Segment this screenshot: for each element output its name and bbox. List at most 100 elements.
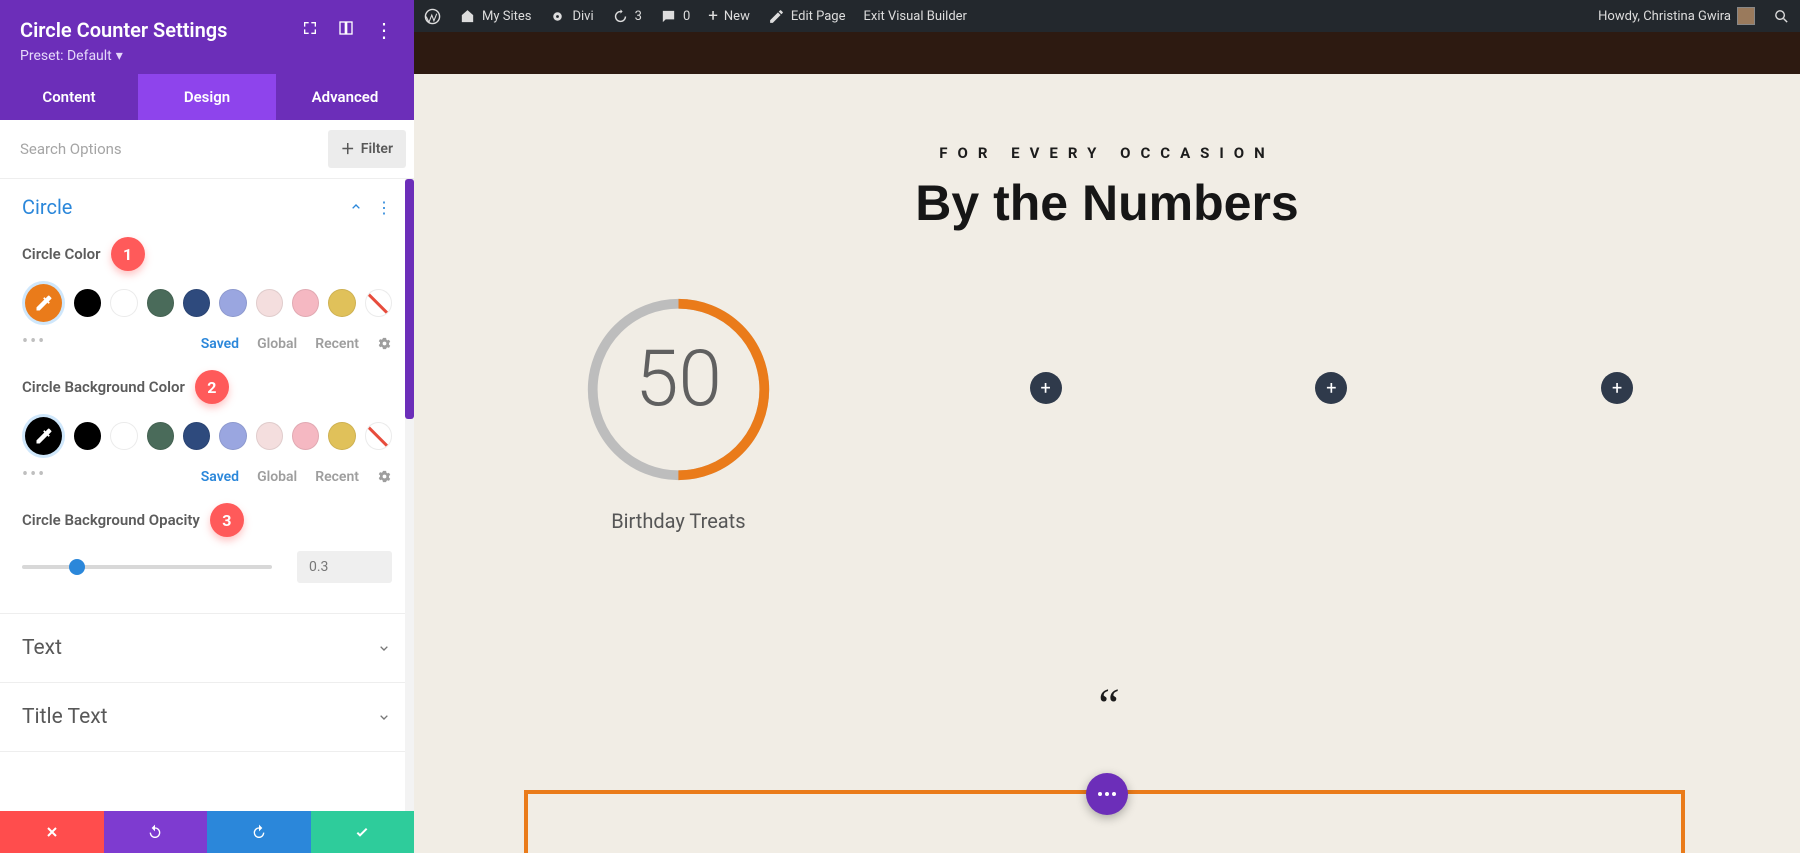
palette-tab-saved[interactable]: Saved — [201, 336, 239, 352]
swatch-blush[interactable] — [256, 289, 283, 317]
wp-admin-bar: My Sites Divi 3 0 +New Edit Page Exit Vi… — [414, 0, 1800, 32]
redo-button[interactable] — [207, 811, 311, 853]
circle-color-swatches — [22, 281, 392, 325]
wp-howdy[interactable]: Howdy, Christina Gwira — [1598, 7, 1755, 25]
quote-decoration: “ — [1094, 678, 1121, 733]
undo-button[interactable] — [104, 811, 208, 853]
counter-value: 50 — [635, 334, 722, 425]
swatch-green[interactable] — [147, 422, 174, 450]
gear-icon[interactable] — [377, 336, 392, 351]
section-circle: Circle ⋮ Circle Color 1 — [0, 179, 414, 614]
section-circle-header[interactable]: Circle ⋮ — [22, 195, 392, 219]
annotation-badge-2: 2 — [195, 370, 229, 404]
plus-icon: ＋ — [341, 139, 355, 159]
swatch-lavender[interactable] — [219, 422, 246, 450]
expand-icon[interactable] — [302, 20, 318, 40]
gear-icon[interactable] — [377, 469, 392, 484]
section-handle[interactable] — [1086, 773, 1128, 815]
swatch-gold[interactable] — [328, 289, 355, 317]
color-picker-dropper[interactable] — [22, 281, 65, 325]
search-input[interactable]: Search Options — [20, 140, 122, 158]
counter-title: Birthday Treats — [611, 509, 745, 533]
circle-bg-label: Circle Background Color — [22, 378, 185, 396]
section-title-text-title: Title Text — [22, 705, 108, 729]
search-icon[interactable] — [1773, 8, 1790, 25]
swatch-gold[interactable] — [328, 422, 355, 450]
add-module-button[interactable]: + — [1030, 372, 1062, 404]
swatch-none[interactable] — [365, 422, 392, 450]
tab-content[interactable]: Content — [0, 74, 138, 120]
wp-edit-page[interactable]: Edit Page — [768, 8, 846, 25]
footer-actions — [0, 811, 414, 853]
save-button[interactable] — [311, 811, 415, 853]
preset-selector[interactable]: Preset: Default ▾ — [20, 48, 394, 64]
chevron-down-icon — [376, 709, 392, 725]
wp-updates[interactable]: 3 — [612, 8, 642, 25]
cancel-button[interactable] — [0, 811, 104, 853]
annotation-badge-1: 1 — [111, 237, 145, 271]
tab-advanced[interactable]: Advanced — [276, 74, 414, 120]
sidebar-scrollbar[interactable] — [405, 179, 414, 811]
filter-button[interactable]: ＋ Filter — [328, 130, 406, 168]
wp-exit-vb[interactable]: Exit Visual Builder — [863, 9, 966, 24]
filter-label: Filter — [361, 141, 393, 157]
palette-tab-global[interactable]: Global — [257, 469, 297, 485]
chevron-down-icon — [376, 640, 392, 656]
main-canvas: My Sites Divi 3 0 +New Edit Page Exit Vi… — [414, 0, 1800, 853]
circle-counter-module[interactable]: 50 Birthday Treats — [581, 292, 776, 533]
section-circle-title: Circle — [22, 195, 72, 219]
circle-color-label: Circle Color — [22, 245, 101, 263]
section-title-text[interactable]: Title Text — [0, 683, 414, 752]
settings-scrollarea: Circle ⋮ Circle Color 1 — [0, 179, 414, 811]
settings-sidebar: Circle Counter Settings ⋮ Preset: Defaul… — [0, 0, 414, 853]
palette-tab-global[interactable]: Global — [257, 336, 297, 352]
more-dots-icon[interactable]: ••• — [22, 464, 46, 485]
swatch-green[interactable] — [147, 289, 174, 317]
wp-new[interactable]: +New — [708, 6, 750, 26]
tab-design[interactable]: Design — [138, 74, 276, 120]
color-picker-dropper-bg[interactable] — [22, 414, 65, 458]
swatch-white[interactable] — [110, 289, 137, 317]
settings-tabs: Content Design Advanced — [0, 74, 414, 120]
swatch-pink[interactable] — [292, 289, 319, 317]
palette-tab-recent[interactable]: Recent — [315, 469, 359, 485]
sidebar-title: Circle Counter Settings — [20, 18, 227, 42]
chevron-up-icon — [348, 199, 364, 215]
section-text[interactable]: Text — [0, 614, 414, 683]
preset-label: Preset: Default — [20, 48, 112, 64]
wp-logo-icon[interactable] — [424, 8, 441, 25]
annotation-badge-3: 3 — [210, 503, 244, 537]
add-module-button[interactable]: + — [1315, 372, 1347, 404]
section-kebab-icon[interactable]: ⋮ — [376, 198, 392, 217]
swatch-white[interactable] — [110, 422, 137, 450]
swatch-blush[interactable] — [256, 422, 283, 450]
opacity-label: Circle Background Opacity — [22, 511, 200, 529]
swatch-lavender[interactable] — [219, 289, 246, 317]
swatch-pink[interactable] — [292, 422, 319, 450]
page-subtitle: FOR EVERY OCCASION — [414, 144, 1800, 162]
section-text-title: Text — [22, 636, 62, 660]
chevron-down-icon: ▾ — [116, 48, 123, 64]
swatch-black[interactable] — [74, 289, 101, 317]
slider-thumb[interactable] — [69, 559, 85, 575]
palette-tab-recent[interactable]: Recent — [315, 336, 359, 352]
add-module-button[interactable]: + — [1601, 372, 1633, 404]
search-row: Search Options ＋ Filter — [0, 120, 414, 179]
wp-my-sites[interactable]: My Sites — [459, 8, 531, 25]
avatar — [1737, 7, 1755, 25]
swatch-black[interactable] — [74, 422, 101, 450]
column-icon[interactable] — [338, 20, 354, 40]
page-heading: By the Numbers — [414, 174, 1800, 232]
opacity-slider[interactable] — [22, 565, 272, 569]
palette-tab-saved[interactable]: Saved — [201, 469, 239, 485]
sidebar-header: Circle Counter Settings ⋮ Preset: Defaul… — [0, 0, 414, 74]
more-dots-icon[interactable]: ••• — [22, 331, 46, 352]
scrollbar-thumb[interactable] — [405, 179, 414, 419]
wp-comments[interactable]: 0 — [660, 8, 690, 25]
wp-site-divi[interactable]: Divi — [549, 8, 593, 25]
swatch-navy[interactable] — [183, 422, 210, 450]
opacity-value-input[interactable]: 0.3 — [297, 551, 392, 583]
circle-bg-swatches — [22, 414, 392, 458]
swatch-navy[interactable] — [183, 289, 210, 317]
swatch-none[interactable] — [365, 289, 392, 317]
